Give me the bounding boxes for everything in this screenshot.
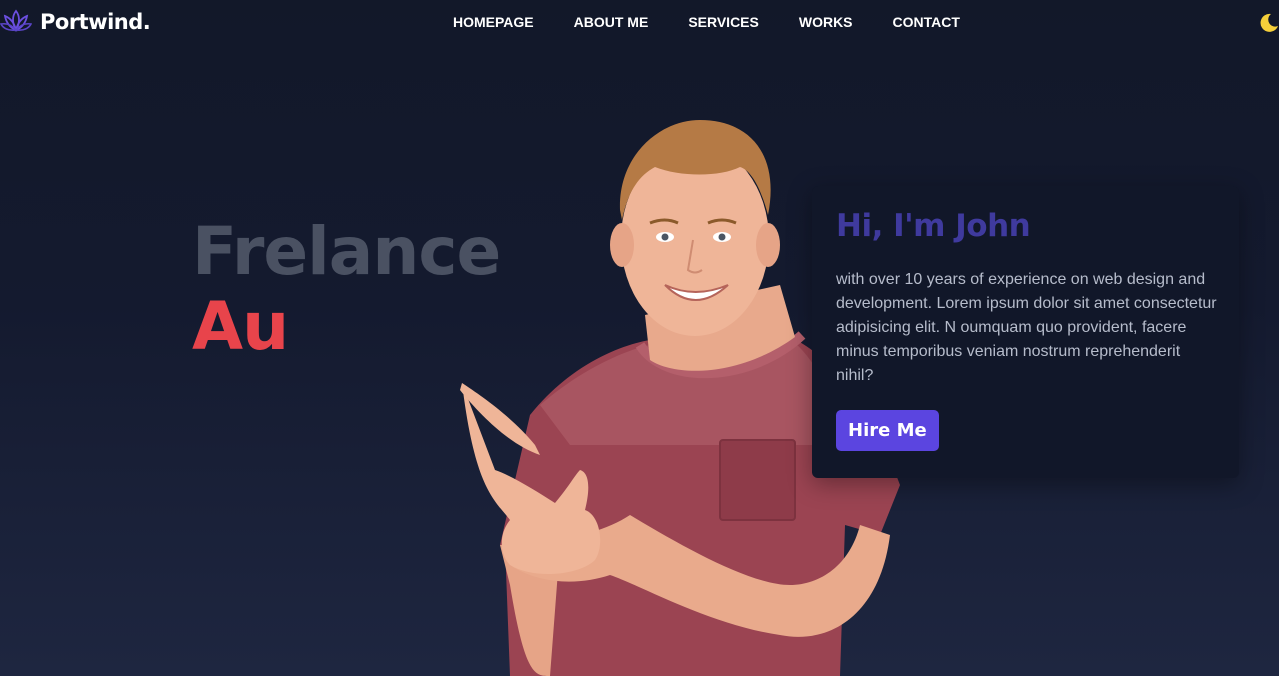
intro-card: Hi, I'm John with over 10 years of exper… xyxy=(812,186,1239,478)
lotus-icon xyxy=(0,9,32,32)
moon-icon[interactable] xyxy=(1257,12,1279,34)
intro-title: Hi, I'm John xyxy=(836,208,1031,244)
navbar: Portwind. HOMEPAGE ABOUT ME SERVICES WOR… xyxy=(0,0,1279,44)
nav-homepage[interactable]: HOMEPAGE xyxy=(453,14,534,30)
brand-logo[interactable]: Portwind. xyxy=(0,8,151,36)
intro-text: with over 10 years of experience on web … xyxy=(836,271,1217,384)
hire-me-button[interactable]: Hire Me xyxy=(836,410,939,451)
nav-contact[interactable]: CONTACT xyxy=(893,14,960,30)
brand-name: Portwind. xyxy=(40,10,151,34)
nav-services[interactable]: SERVICES xyxy=(688,14,759,30)
nav-about-me[interactable]: ABOUT ME xyxy=(574,14,649,30)
nav-works[interactable]: WORKS xyxy=(799,14,853,30)
main-nav: HOMEPAGE ABOUT ME SERVICES WORKS CONTACT xyxy=(453,14,1000,30)
